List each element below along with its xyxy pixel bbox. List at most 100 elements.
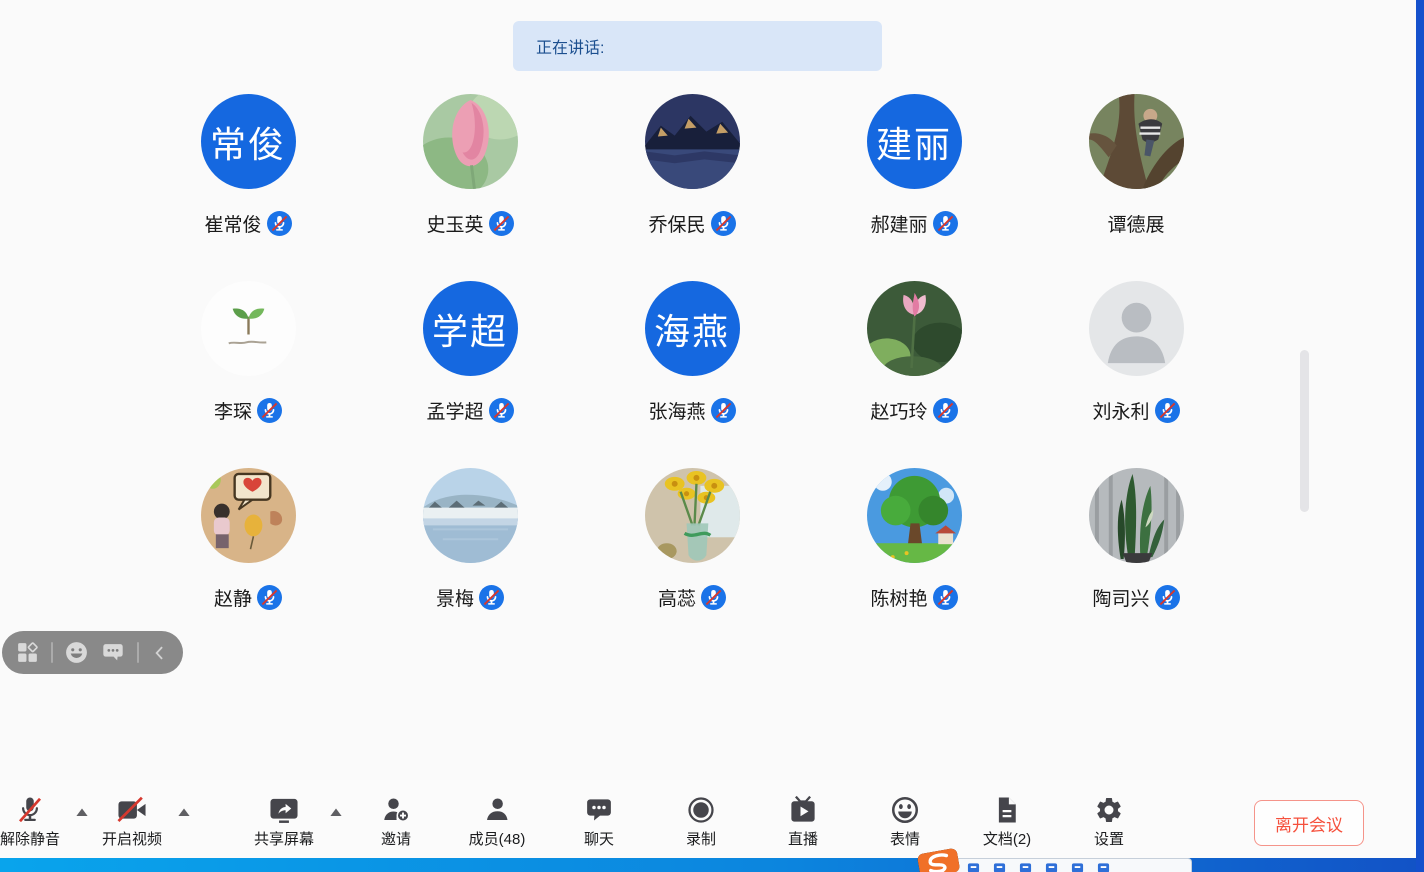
participant-avatar-daffodils[interactable] (645, 468, 740, 563)
toolbar-item-chat-bubble[interactable]: 聊天 (554, 794, 644, 849)
participant-name-row: 李琛 (214, 397, 282, 424)
invite-user-icon (381, 794, 411, 826)
taskbar-strip (0, 858, 1424, 872)
divider (137, 642, 139, 663)
muted-mic-icon (1155, 585, 1180, 610)
participant-name: 景梅 (436, 584, 474, 611)
toolbar-item-invite-user[interactable]: 邀请 (351, 794, 441, 849)
participant-name: 高蕊 (658, 584, 696, 611)
chevron-left-icon[interactable] (150, 642, 170, 664)
participant-tile[interactable]: 学超 孟学超 (359, 281, 581, 468)
ime-icon[interactable] (1071, 861, 1084, 872)
muted-mic-icon (489, 398, 514, 423)
participant-tile[interactable]: 乔保民 (581, 94, 803, 281)
emoji-smiley-icon[interactable] (64, 640, 89, 665)
toolbar-item-screen-share[interactable]: 共享屏幕 (239, 794, 329, 849)
toolbar-item-label: 设置 (1094, 828, 1124, 849)
participant-name-row: 崔常俊 (204, 210, 291, 237)
toolbar-item-mic-muted[interactable]: 解除静音 (0, 794, 75, 849)
ime-icon-bar[interactable] (952, 858, 1192, 872)
desktop-edge (1416, 0, 1424, 872)
toolbar-item-camera-off[interactable]: 开启视频 (87, 794, 177, 849)
ime-icon[interactable] (1019, 861, 1032, 872)
participant-avatar-snake-plant[interactable] (1089, 468, 1184, 563)
muted-mic-icon (489, 211, 514, 236)
toolbar-item-live-tv[interactable]: 直播 (758, 794, 848, 849)
participant-tile[interactable]: 史玉英 (359, 94, 581, 281)
participant-avatar-initials[interactable]: 海燕 (645, 281, 740, 376)
muted-mic-icon (933, 585, 958, 610)
participant-avatar-lotus-bud[interactable] (423, 94, 518, 189)
participant-tile[interactable]: 常俊 崔常俊 (137, 94, 359, 281)
muted-mic-icon (267, 211, 292, 236)
participant-tile[interactable]: 高蕊 (581, 468, 803, 655)
toolbar-item-record[interactable]: 录制 (656, 794, 746, 849)
toolbar-item-label: 表情 (890, 828, 920, 849)
participant-name: 史玉英 (426, 210, 483, 237)
participant-avatar-default[interactable] (1089, 281, 1184, 376)
participant-name: 陶司兴 (1092, 584, 1149, 611)
participant-tile[interactable]: 刘永利 (1025, 281, 1247, 468)
toolbar-item-label: 开启视频 (102, 828, 162, 849)
participant-name-row: 陶司兴 (1092, 584, 1179, 611)
participant-avatar-lake-village[interactable] (423, 468, 518, 563)
participant-avatar-lotus-flower[interactable] (867, 281, 962, 376)
participant-name-row: 赵巧玲 (870, 397, 957, 424)
settings-gear-icon (1094, 794, 1124, 826)
chat-bubble-icon (584, 794, 614, 826)
participant-avatar-tree-climb[interactable] (1089, 94, 1184, 189)
muted-mic-icon (701, 585, 726, 610)
muted-mic-icon (1155, 398, 1180, 423)
members-icon (482, 794, 512, 826)
toolbar-item-members[interactable]: 成员(48) (452, 794, 542, 849)
participant-name: 郝建丽 (870, 210, 927, 237)
participant-name: 谭德展 (1107, 210, 1164, 237)
muted-mic-icon (711, 398, 736, 423)
ime-toolbar[interactable] (918, 850, 1192, 872)
ime-icon[interactable] (993, 861, 1006, 872)
toolbar-item-document[interactable]: 文档(2) (962, 794, 1052, 849)
speaking-label: 正在讲话: (536, 34, 604, 58)
ime-logo-icon[interactable] (916, 847, 963, 872)
toolbar-item-label: 直播 (788, 828, 818, 849)
participant-name-row: 高蕊 (658, 584, 726, 611)
participant-name: 赵静 (214, 584, 252, 611)
participant-tile[interactable]: 谭德展 (1025, 94, 1247, 281)
participant-name-row: 孟学超 (426, 397, 513, 424)
participant-tile[interactable]: 景梅 (359, 468, 581, 655)
participant-avatar-sprout[interactable] (201, 281, 296, 376)
muted-mic-icon (479, 585, 504, 610)
participant-tile[interactable]: 赵巧玲 (803, 281, 1025, 468)
ime-icon[interactable] (1045, 861, 1058, 872)
participant-name-row: 刘永利 (1092, 397, 1179, 424)
scrollbar-thumb[interactable] (1300, 350, 1309, 512)
participant-avatar-initials[interactable]: 建丽 (867, 94, 962, 189)
participant-tile[interactable]: 陶司兴 (1025, 468, 1247, 655)
floating-toolbar[interactable] (2, 631, 183, 674)
participant-avatar-green-tree[interactable] (867, 468, 962, 563)
muted-mic-icon (933, 211, 958, 236)
leave-meeting-button[interactable]: 离开会议 (1254, 800, 1364, 846)
participant-tile[interactable]: 建丽 郝建丽 (803, 94, 1025, 281)
toolbar-item-label: 成员(48) (469, 828, 526, 849)
participant-avatar-initials[interactable]: 学超 (423, 281, 518, 376)
participant-tile[interactable]: 海燕 张海燕 (581, 281, 803, 468)
participant-avatar-initials[interactable]: 常俊 (201, 94, 296, 189)
ime-icon[interactable] (967, 861, 980, 872)
participant-tile[interactable]: 陈树艳 (803, 468, 1025, 655)
muted-mic-icon (933, 398, 958, 423)
toolbar-item-label: 邀请 (381, 828, 411, 849)
toolbar-item-label: 共享屏幕 (254, 828, 314, 849)
participant-tile[interactable]: 赵静 (137, 468, 359, 655)
layout-grid-icon[interactable] (15, 640, 40, 665)
chevron-up-icon[interactable] (329, 807, 343, 817)
ime-icon[interactable] (1097, 861, 1110, 872)
participant-name-row: 陈树艳 (870, 584, 957, 611)
chat-bubble-icon[interactable] (100, 640, 126, 665)
toolbar-item-emoji-face[interactable]: 表情 (860, 794, 950, 849)
participant-avatar-child-wall[interactable] (201, 468, 296, 563)
participant-tile[interactable]: 李琛 (137, 281, 359, 468)
toolbar-item-settings-gear[interactable]: 设置 (1064, 794, 1154, 849)
chevron-up-icon[interactable] (177, 807, 191, 817)
participant-avatar-mountain-lake[interactable] (645, 94, 740, 189)
